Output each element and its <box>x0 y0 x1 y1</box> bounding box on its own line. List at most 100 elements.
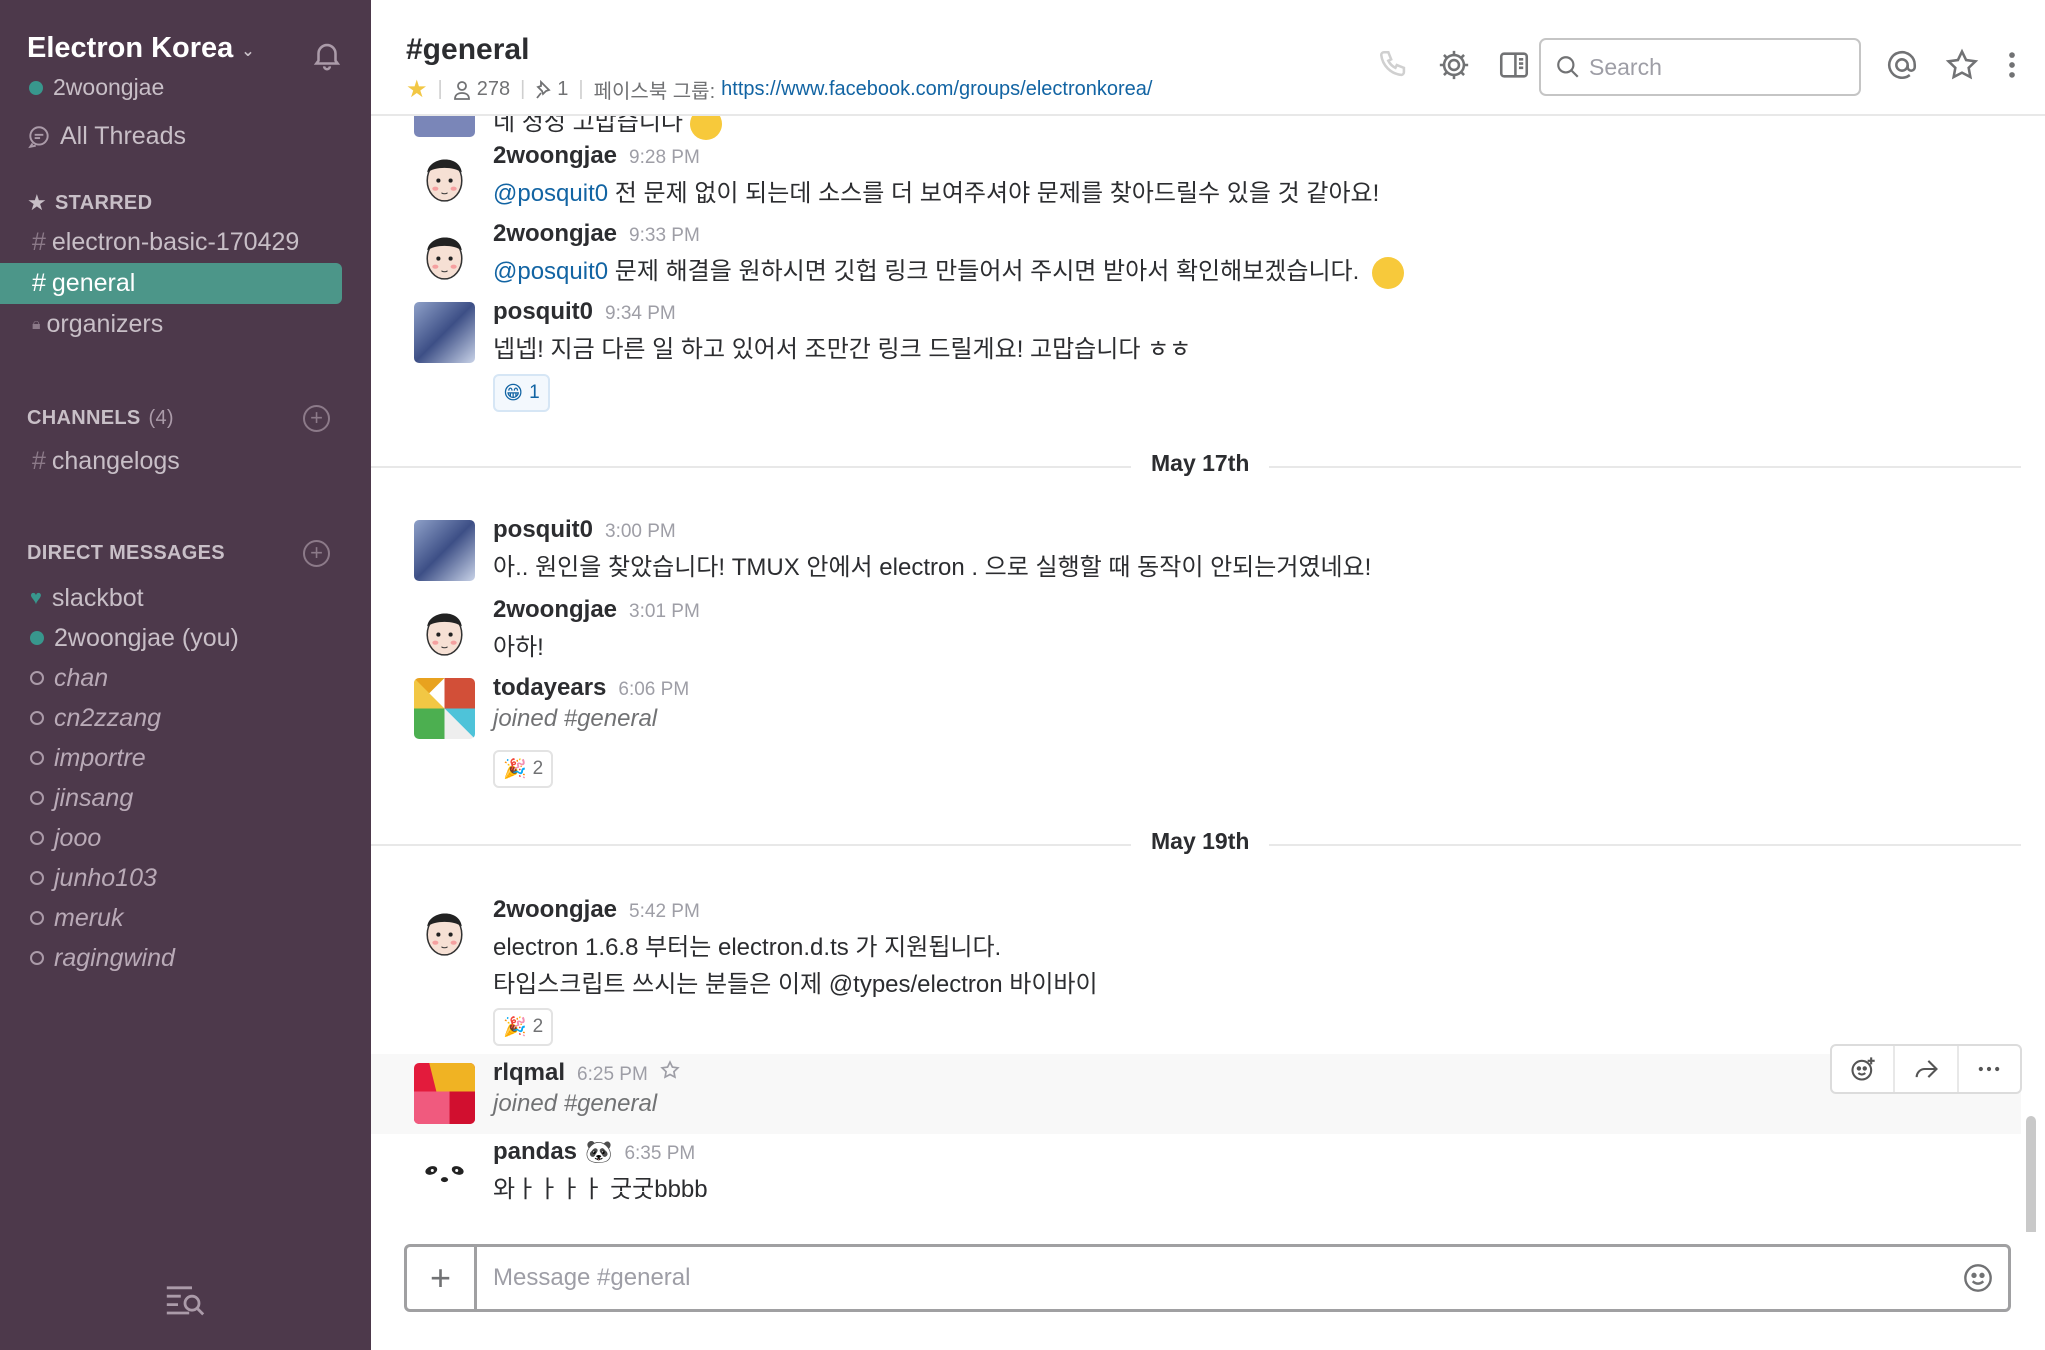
user-mention[interactable]: @posquit0 <box>493 180 608 207</box>
channel-name: general <box>51 269 136 297</box>
message-list[interactable]: 네 정성 고맙습니다 2woongjae 9:28 PM @posquit0 전… <box>371 116 2045 1232</box>
author-name: todayears <box>493 674 607 701</box>
sidebar-dm-jinsang[interactable]: jinsang <box>0 778 342 818</box>
message-time[interactable]: 6:35 PM <box>624 1143 695 1165</box>
sidebar-dm-self[interactable]: 2woongjae (you) <box>0 618 342 658</box>
mentions-icon[interactable] <box>1885 48 1919 82</box>
message-time[interactable]: 3:00 PM <box>605 521 676 543</box>
add-channel-icon[interactable]: + <box>303 405 330 432</box>
user-status[interactable]: 2woongjae <box>29 74 164 101</box>
sidebar-dm-ragingwind[interactable]: ragingwind <box>0 938 342 978</box>
reaction-button[interactable]: 🎉 2 <box>493 750 554 788</box>
sidebar-dm-cn2zzang[interactable]: cn2zzang <box>0 698 342 738</box>
avatar[interactable] <box>414 678 475 739</box>
message-time[interactable]: 3:01 PM <box>629 601 700 623</box>
slightly-smiling-emoji-icon <box>689 116 722 140</box>
sidebar-item-general[interactable]: # general <box>0 263 342 304</box>
sidebar-dm-chan[interactable]: chan <box>0 658 342 698</box>
emoji-picker-button[interactable] <box>1948 1262 2008 1294</box>
avatar[interactable] <box>414 116 475 137</box>
author-name: 2woongjae <box>493 896 618 923</box>
all-threads-link[interactable]: All Threads <box>26 122 186 151</box>
divider: | <box>520 78 526 100</box>
channels-section-header[interactable]: CHANNELS (4) <box>27 407 174 430</box>
message-input[interactable] <box>477 1264 1948 1292</box>
more-horizontal-icon <box>1979 1066 2000 1072</box>
member-count-button[interactable]: 278 <box>453 78 510 101</box>
online-status-icon <box>30 631 44 645</box>
avatar[interactable] <box>414 224 475 285</box>
attach-button[interactable]: + <box>407 1247 477 1309</box>
message-text: 아.. 원인을 찾았습니다! TMUX 안에서 electron . 으로 실행… <box>493 554 1372 581</box>
avatar[interactable] <box>414 1063 475 1124</box>
message-author[interactable]: 2woongjae 9:28 PM <box>493 142 700 170</box>
author-name: 2woongjae <box>493 142 618 169</box>
gear-icon[interactable] <box>1437 48 1471 82</box>
author-name: posquit0 <box>493 516 593 543</box>
channel-name: electron-basic-170429 <box>51 228 300 256</box>
details-pane-icon[interactable] <box>1497 48 1531 82</box>
avatar[interactable] <box>414 146 475 207</box>
message-author[interactable]: posquit0 3:00 PM <box>493 516 676 544</box>
sidebar-dm-importre[interactable]: importre <box>0 738 342 778</box>
message-time[interactable]: 9:28 PM <box>629 147 700 169</box>
message-time[interactable]: 9:34 PM <box>605 303 676 325</box>
avatar[interactable] <box>414 1142 475 1203</box>
away-status-icon <box>30 711 44 725</box>
message-author[interactable]: pandas 🐼 6:35 PM <box>493 1138 695 1166</box>
search-box[interactable]: Search <box>1539 38 1861 96</box>
sidebar-item-organizers[interactable]: 🔒︎ organizers <box>0 304 342 345</box>
dm-section-header[interactable]: DIRECT MESSAGES <box>27 542 225 565</box>
channels-label: CHANNELS <box>27 407 141 429</box>
sidebar-dm-meruk[interactable]: meruk <box>0 898 342 938</box>
channel-topic-link[interactable]: https://www.facebook.com/groups/electron… <box>721 78 1152 101</box>
pin-count-button[interactable]: 1 <box>535 78 568 101</box>
message-author[interactable]: 2woongjae 9:33 PM <box>493 220 700 248</box>
avatar[interactable] <box>414 900 475 961</box>
message-time[interactable]: 5:42 PM <box>629 901 700 923</box>
message-author[interactable]: 2woongjae 5:42 PM <box>493 896 700 924</box>
sidebar-item-changelogs[interactable]: # changelogs <box>0 441 342 482</box>
star-outline-icon[interactable] <box>1945 48 1979 82</box>
away-status-icon <box>30 791 44 805</box>
bell-icon[interactable] <box>310 38 344 72</box>
threads-icon <box>28 125 49 148</box>
reaction-button[interactable]: 🎉 2 <box>493 1008 554 1046</box>
message-time[interactable]: 9:33 PM <box>629 225 700 247</box>
add-reaction-button[interactable] <box>1832 1046 1896 1092</box>
scrollbar[interactable] <box>2026 1116 2036 1232</box>
channel-title[interactable]: #general <box>406 33 529 67</box>
message-author[interactable]: posquit0 9:34 PM <box>493 298 676 326</box>
reaction-button[interactable]: 😁 1 <box>493 374 550 412</box>
dm-name: cn2zzang <box>54 703 162 732</box>
dm-name: ragingwind <box>54 943 175 972</box>
more-actions-button[interactable] <box>1959 1046 2020 1092</box>
starred-section-header[interactable]: ★ STARRED <box>27 190 152 216</box>
share-message-button[interactable] <box>1895 1046 1959 1092</box>
search-icon <box>1557 56 1579 78</box>
message-time[interactable]: 6:25 PM <box>577 1064 648 1086</box>
add-dm-icon[interactable]: + <box>303 540 330 567</box>
message-author[interactable]: 2woongjae 3:01 PM <box>493 596 700 624</box>
sidebar-dm-junho103[interactable]: junho103 <box>0 858 342 898</box>
more-vertical-icon[interactable] <box>1995 48 2029 82</box>
message-author[interactable]: todayears 6:06 PM <box>493 674 689 702</box>
star-outline-icon[interactable] <box>660 1060 680 1080</box>
heart-icon: ♥ <box>30 586 42 609</box>
away-status-icon <box>30 751 44 765</box>
away-status-icon <box>30 671 44 685</box>
message-author[interactable]: rlqmal 6:25 PM <box>493 1059 680 1087</box>
quick-switcher-icon[interactable] <box>164 1282 206 1316</box>
sidebar-item-electron-basic-170429[interactable]: # electron-basic-170429 <box>0 222 342 263</box>
phone-icon[interactable] <box>1377 48 1411 82</box>
star-filled-icon[interactable]: ★ <box>406 75 428 104</box>
user-mention[interactable]: @posquit0 <box>493 258 608 285</box>
team-name-menu[interactable]: Electron Korea ⌄ <box>27 32 255 65</box>
avatar[interactable] <box>414 600 475 661</box>
sidebar-dm-slackbot[interactable]: ♥ slackbot <box>0 578 342 618</box>
sidebar-dm-jooo[interactable]: jooo <box>0 818 342 858</box>
avatar[interactable] <box>414 520 475 581</box>
message-time[interactable]: 6:06 PM <box>618 679 689 701</box>
avatar[interactable] <box>414 302 475 363</box>
divider: | <box>578 78 584 100</box>
